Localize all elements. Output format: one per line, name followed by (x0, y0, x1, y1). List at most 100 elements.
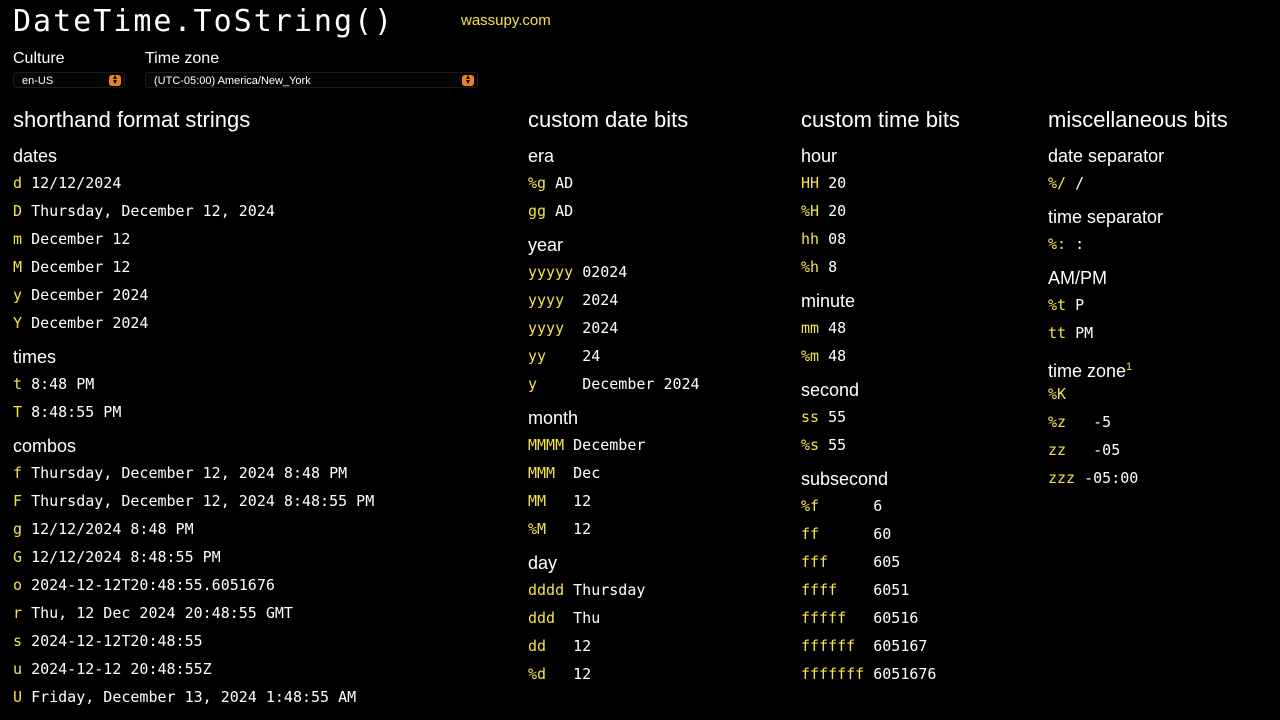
group-heading: year (528, 232, 700, 258)
chevron-updown-icon: ▲ ▼ (462, 74, 474, 86)
format-specifier: MMM (528, 464, 565, 482)
format-row: ddd Thu (528, 604, 700, 632)
format-output: 12/12/2024 (31, 174, 122, 192)
footnote-marker[interactable]: 1 (1126, 361, 1132, 373)
format-output: : (1075, 235, 1085, 253)
format-row: tt PM (1048, 319, 1228, 347)
group-heading-text: second (801, 380, 860, 400)
format-row: %/ / (1048, 169, 1228, 197)
format-output: 55 (828, 436, 847, 454)
format-row: yyyyy 02024 (528, 258, 700, 286)
format-specifier: dddd (528, 581, 565, 599)
format-row: M December 12 (13, 253, 374, 281)
format-row: y December 2024 (13, 281, 374, 309)
format-output: December 12 (31, 258, 131, 276)
format-row: %: : (1048, 230, 1228, 258)
format-specifier: M (13, 258, 23, 276)
format-row: o 2024-12-12T20:48:55.6051676 (13, 571, 374, 599)
format-row: %s 55 (801, 431, 960, 459)
culture-select[interactable]: en-US ▲ ▼ (13, 72, 125, 88)
format-specifier: o (13, 576, 23, 594)
site-link[interactable]: wassupy.com (461, 12, 551, 29)
timezone-select[interactable]: (UTC-05:00) America/New_York ▲ ▼ (145, 72, 478, 88)
format-group: second ss 55 %s 55 (801, 377, 960, 459)
format-specifier: fffff (801, 609, 865, 627)
group-heading-text: era (528, 146, 555, 166)
group-heading: minute (801, 288, 960, 314)
page-title: DateTime.ToString() (13, 4, 395, 39)
group-heading: date separator (1048, 143, 1228, 169)
format-specifier: %m (801, 347, 820, 365)
format-row: zz -05 (1048, 436, 1228, 464)
format-output: 2024 (582, 291, 619, 309)
format-group: time zone1 %K %z -5 zz -05 zzz -05:00 (1048, 354, 1228, 492)
group-heading: subsecond (801, 466, 960, 492)
format-group: subsecond %f 6 ff 60 fff 605 ffff 6051 fffff … (801, 466, 960, 688)
format-output: / (1075, 174, 1085, 192)
format-row: d 12/12/2024 (13, 169, 374, 197)
format-output: Thu (573, 609, 601, 627)
format-specifier: mm (801, 319, 820, 337)
format-output: 12/12/2024 8:48:55 PM (31, 548, 221, 566)
format-output: 55 (828, 408, 847, 426)
format-specifier: MM (528, 492, 565, 510)
format-specifier: D (13, 202, 23, 220)
group-heading: time zone1 (1048, 354, 1228, 381)
format-output: 8:48:55 PM (31, 403, 122, 421)
format-specifier: y (528, 375, 574, 393)
format-output: 12/12/2024 8:48 PM (31, 520, 194, 538)
format-output: 20 (828, 202, 847, 220)
group-heading-text: month (528, 408, 579, 428)
format-output: December 2024 (31, 286, 149, 304)
format-output: Friday, December 13, 2024 1:48:55 AM (31, 688, 357, 706)
format-specifier: ddd (528, 609, 565, 627)
format-row: fff 605 (801, 548, 960, 576)
format-group: time separator%: : (1048, 204, 1228, 258)
format-specifier: fff (801, 553, 865, 571)
format-specifier: r (13, 604, 23, 622)
culture-label: Culture (13, 50, 65, 67)
format-output: Thursday, December 12, 2024 8:48 PM (31, 464, 348, 482)
format-specifier: %s (801, 436, 820, 454)
format-output: Dec (573, 464, 601, 482)
format-specifier: %K (1048, 385, 1076, 403)
group-heading-text: year (528, 235, 564, 255)
format-row: HH 20 (801, 169, 960, 197)
format-output: December 12 (31, 230, 131, 248)
group-heading: time separator (1048, 204, 1228, 230)
format-output: 12 (573, 637, 592, 655)
group-heading-text: combos (13, 436, 77, 456)
format-specifier: %t (1048, 296, 1067, 314)
format-row: t 8:48 PM (13, 370, 374, 398)
group-heading: era (528, 143, 700, 169)
format-output: 605167 (873, 637, 928, 655)
format-output: -05 (1084, 441, 1121, 459)
format-group: day dddd Thursday ddd Thu dd 12 %d 12 (528, 550, 700, 688)
column-title: miscellaneous bits (1048, 107, 1228, 132)
format-specifier: G (13, 548, 23, 566)
format-output: 2024-12-12T20:48:55.6051676 (31, 576, 275, 594)
format-row: MMM Dec (528, 459, 700, 487)
format-specifier: %H (801, 202, 820, 220)
format-row: y December 2024 (528, 370, 700, 398)
format-output: 02024 (582, 263, 628, 281)
group-heading-text: hour (801, 146, 838, 166)
format-output: 8 (828, 258, 838, 276)
format-specifier: %M (528, 520, 565, 538)
format-specifier: dd (528, 637, 565, 655)
format-output: 605 (873, 553, 901, 571)
format-specifier: Y (13, 314, 23, 332)
format-group: AM/PM %t Ptt PM (1048, 265, 1228, 347)
format-specifier: T (13, 403, 23, 421)
column-misc: miscellaneous bits date separator %/ / time… (1048, 108, 1228, 499)
format-group: hour HH 20 %H 20 hh 08 %h 8 (801, 143, 960, 281)
format-group: month MMMM December MMM Dec MM 12 %M 12 (528, 405, 700, 543)
format-row: fffffff 6051676 (801, 660, 960, 688)
format-row: %t P (1048, 291, 1228, 319)
format-specifier: s (13, 632, 23, 650)
group-heading: month (528, 405, 700, 431)
format-row: F Thursday, December 12, 2024 8:48:55 PM (13, 487, 374, 515)
format-output: -5 (1084, 413, 1112, 431)
format-group: minute mm 48 %m 48 (801, 288, 960, 370)
format-specifier: %d (528, 665, 565, 683)
